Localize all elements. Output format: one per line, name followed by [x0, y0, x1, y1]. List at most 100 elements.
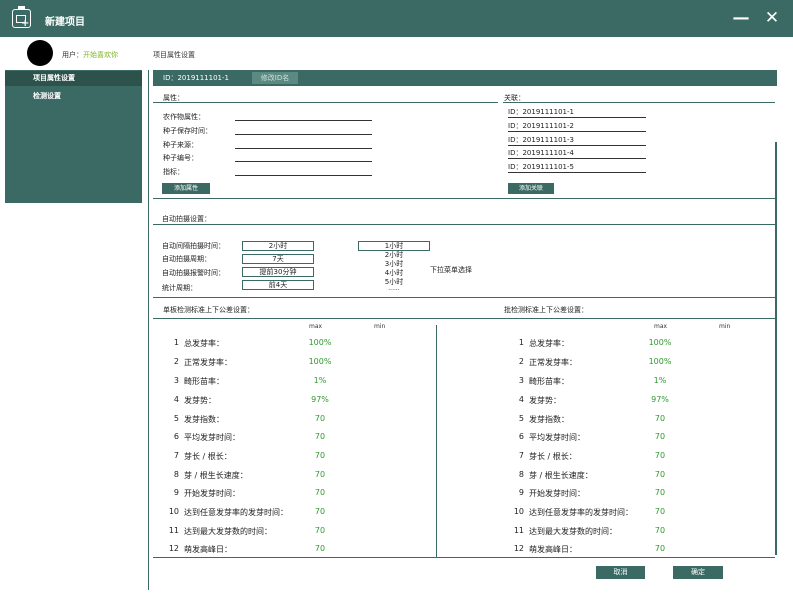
metric-label: 芽长 / 根长： [184, 452, 232, 461]
user-name[interactable]: 开始喜欢你 [83, 51, 118, 59]
row-number: 4 [518, 395, 524, 404]
sidebar-item-project-attributes[interactable]: 项目属性设置 [5, 71, 142, 86]
rename-id-button[interactable]: 修改ID名 [252, 72, 298, 84]
interval-dropdown-list: 1小时 2小时 3小时 4小时 5小时 ...... [358, 241, 430, 292]
relation-item[interactable]: ID：2019111101-3 [508, 135, 646, 149]
metric-label: 平均发芽时间： [184, 433, 240, 442]
max-value-input[interactable]: 100% [640, 338, 680, 347]
attributes-divider [153, 102, 498, 103]
add-relation-button[interactable]: 添加关联 [508, 183, 554, 194]
add-attribute-button[interactable]: 添加属性 [162, 183, 210, 194]
row-number: 11 [513, 526, 524, 535]
row-number: 5 [518, 414, 524, 423]
ok-button[interactable]: 确定 [673, 566, 723, 579]
row-number: 8 [173, 470, 179, 479]
max-value-input[interactable]: 70 [300, 544, 340, 553]
relation-item[interactable]: ID：2019111101-5 [508, 162, 646, 176]
close-button[interactable]: ✕ [762, 8, 782, 28]
metric-label: 总发芽率： [184, 339, 224, 348]
max-value-input[interactable]: 100% [300, 357, 340, 366]
metric-label: 开始发芽时间： [529, 489, 585, 498]
max-value-input[interactable]: 70 [640, 451, 680, 460]
max-value-input[interactable]: 1% [640, 376, 680, 385]
user-label: 用户： [62, 51, 83, 59]
tolerance-row: 10 达到任意发芽率的发芽时间： 70 [510, 507, 790, 525]
row-number: 12 [513, 544, 524, 553]
metric-label: 芽 / 根生长速度： [184, 471, 248, 480]
project-id-bar: ID：2019111101-1 修改ID名 [153, 70, 777, 86]
metric-label: 正常发芽率： [184, 358, 232, 367]
metric-label: 发芽指数： [529, 415, 569, 424]
row-number: 12 [168, 544, 179, 553]
tolerance-row: 4 发芽势： 97% [510, 395, 790, 413]
dropdown-option[interactable]: 3小时 [358, 260, 430, 269]
section-divider [153, 198, 775, 199]
indicator-field[interactable]: 指标： [163, 166, 373, 179]
row-number: 3 [173, 376, 179, 385]
max-value-input[interactable]: 70 [640, 526, 680, 535]
title-bar: + 新建项目 — ✕ [0, 0, 793, 37]
tolerance-row: 2 正常发芽率： 100% [510, 357, 790, 375]
metric-label: 发芽势： [184, 396, 216, 405]
metric-label: 总发芽率： [529, 339, 569, 348]
stat-period-select[interactable]: 前4天 [242, 280, 314, 290]
max-value-input[interactable]: 70 [640, 470, 680, 479]
max-value-input[interactable]: 70 [300, 526, 340, 535]
row-number: 10 [168, 507, 179, 516]
app-icon: + [12, 6, 31, 29]
row-number: 10 [513, 507, 524, 516]
auto-capture-divider [153, 224, 775, 225]
row-number: 7 [173, 451, 179, 460]
max-value-input[interactable]: 100% [300, 338, 340, 347]
tolerance-row: 9 开始发芽时间： 70 [165, 488, 445, 506]
auto-cycle-select[interactable]: 7天 [242, 254, 314, 264]
metric-label: 发芽势： [529, 396, 561, 405]
metric-label: 萌发高峰日： [529, 545, 577, 554]
auto-interval-select[interactable]: 2小时 [242, 241, 314, 251]
relation-item[interactable]: ID：2019111101-4 [508, 148, 646, 162]
relations-divider [503, 102, 775, 103]
max-value-input[interactable]: 70 [300, 507, 340, 516]
tolerance-row: 11 达到最大发芽数的时间： 70 [165, 526, 445, 544]
seed-storage-time-field[interactable]: 种子保存时间： [163, 125, 373, 138]
max-value-input[interactable]: 97% [300, 395, 340, 404]
minimize-button[interactable]: — [731, 8, 751, 28]
max-value-input[interactable]: 70 [300, 470, 340, 479]
row-number: 7 [518, 451, 524, 460]
max-value-input[interactable]: 70 [640, 488, 680, 497]
tolerance-divider [153, 318, 775, 319]
tolerance-row: 3 畸形苗率： 1% [165, 376, 445, 394]
sidebar-item-detection-settings[interactable]: 检测设置 [5, 89, 142, 104]
seed-number-field[interactable]: 种子编号： [163, 152, 373, 165]
dropdown-option[interactable]: 1小时 [358, 241, 430, 251]
relation-item[interactable]: ID：2019111101-1 [508, 107, 646, 121]
tolerance-row: 2 正常发芽率： 100% [165, 357, 445, 375]
relation-item[interactable]: ID：2019111101-2 [508, 121, 646, 135]
cancel-button[interactable]: 取消 [596, 566, 645, 579]
max-value-input[interactable]: 70 [640, 507, 680, 516]
max-value-input[interactable]: 70 [640, 432, 680, 441]
dropdown-option[interactable]: 4小时 [358, 269, 430, 278]
max-value-input[interactable]: 70 [640, 544, 680, 553]
tolerance-row: 10 达到任意发芽率的发芽时间： 70 [165, 507, 445, 525]
max-value-input[interactable]: 70 [300, 414, 340, 423]
alarm-time-select[interactable]: 提前30分钟 [242, 267, 314, 277]
metric-label: 达到任意发芽率的发芽时间： [184, 508, 288, 517]
metric-label: 达到最大发芽数的时间： [184, 527, 272, 536]
sidebar: 项目属性设置 检测设置 [5, 70, 142, 203]
max-value-input[interactable]: 70 [300, 488, 340, 497]
crop-attribute-field[interactable]: 农作物属性： [163, 111, 373, 124]
dropdown-option[interactable]: 2小时 [358, 251, 430, 260]
max-value-input[interactable]: 97% [640, 395, 680, 404]
tolerance-row: 1 总发芽率： 100% [510, 338, 790, 356]
avatar[interactable] [27, 40, 53, 66]
max-value-input[interactable]: 70 [300, 432, 340, 441]
seed-source-field[interactable]: 种子来源： [163, 139, 373, 152]
max-value-input[interactable]: 70 [640, 414, 680, 423]
tolerance-row: 9 开始发芽时间： 70 [510, 488, 790, 506]
dropdown-more[interactable]: ...... [358, 286, 430, 292]
max-value-input[interactable]: 70 [300, 451, 340, 460]
single-tolerance-title: 单板检测标准上下公差设置： [163, 306, 254, 314]
max-value-input[interactable]: 1% [300, 376, 340, 385]
max-value-input[interactable]: 100% [640, 357, 680, 366]
